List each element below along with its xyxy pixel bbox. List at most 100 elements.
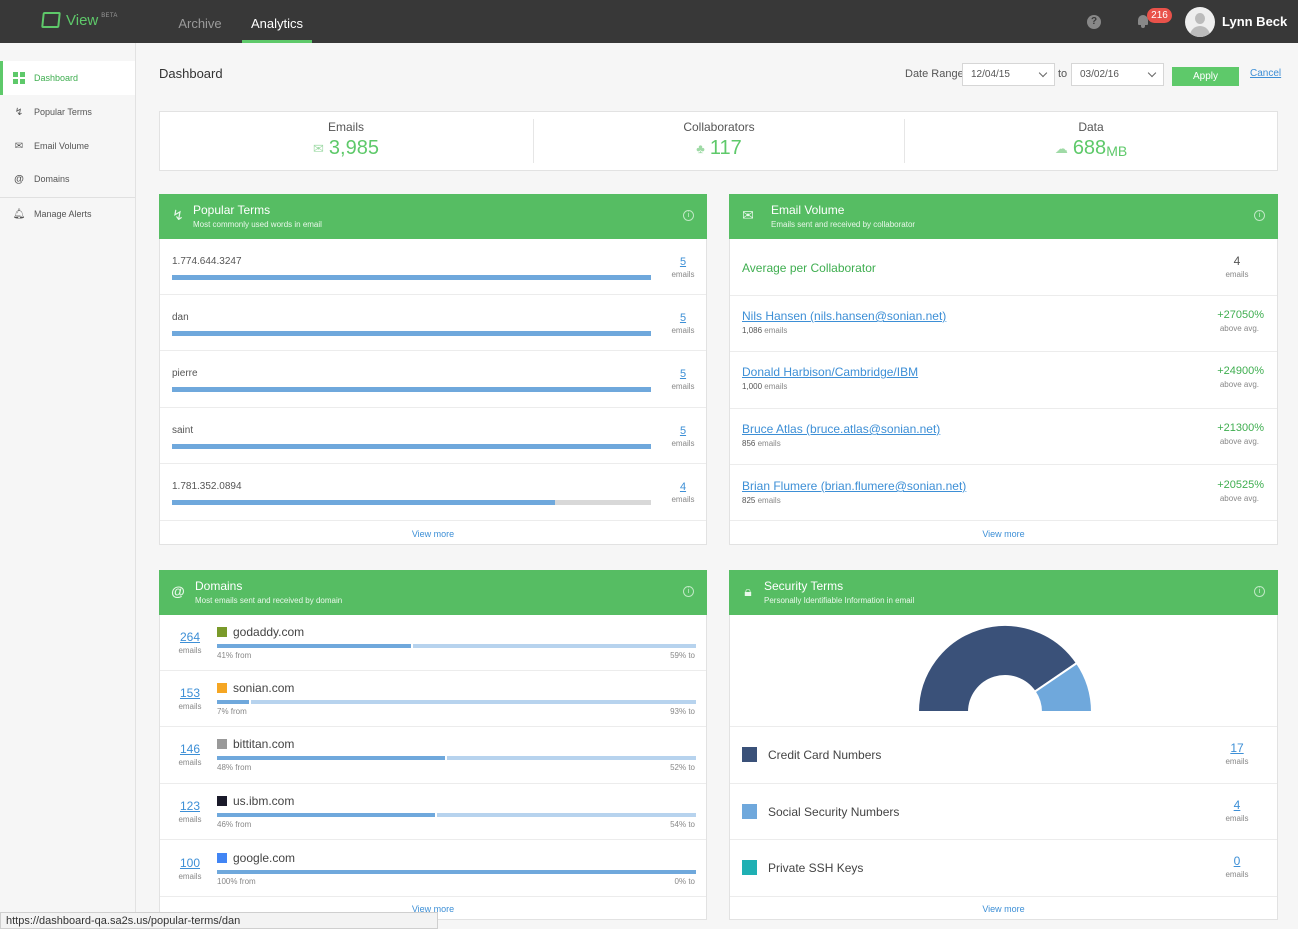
domain-to: 52% to	[670, 763, 695, 772]
domain-count-link[interactable]: 153	[174, 686, 206, 700]
term-unit: emails	[671, 495, 695, 504]
term-label[interactable]: 1.781.352.0894	[172, 481, 242, 492]
app-logo[interactable]: View BETA	[41, 12, 118, 29]
notification-badge[interactable]: 216	[1147, 8, 1172, 23]
domain-unit: emails	[178, 815, 202, 824]
page-title: Dashboard	[159, 66, 223, 81]
collaborator-row: Donald Harbison/Cambridge/IBM 1,000 emai…	[730, 351, 1277, 407]
security-count-link[interactable]: 0	[1222, 854, 1252, 868]
domain-count-link[interactable]: 123	[174, 799, 206, 813]
stat-value: 117	[709, 137, 742, 159]
sidebar-item-label: Popular Terms	[34, 107, 92, 117]
term-label[interactable]: pierre	[172, 368, 198, 379]
date-from-select[interactable]: 12/04/15	[962, 63, 1055, 86]
domain-count-link[interactable]: 146	[174, 742, 206, 756]
domain-to: 93% to	[670, 707, 695, 716]
security-unit: emails	[1225, 757, 1249, 766]
collaborator-link[interactable]: Brian Flumere (brian.flumere@sonian.net)	[742, 479, 966, 493]
date-to-select[interactable]: 03/02/16	[1071, 63, 1164, 86]
term-count-link[interactable]: 5	[672, 425, 694, 437]
sidebar-item-popular-terms[interactable]: ↯ Popular Terms	[0, 95, 135, 129]
row-divider	[730, 520, 1277, 521]
sidebar-item-email-volume[interactable]: ✉ Email Volume	[0, 129, 135, 163]
term-unit: emails	[671, 382, 695, 391]
sidebar-item-label: Manage Alerts	[34, 209, 92, 219]
term-label[interactable]: dan	[172, 312, 189, 323]
sidebar-item-dashboard[interactable]: Dashboard	[0, 61, 135, 95]
lightning-icon: ↯	[14, 106, 24, 118]
security-unit: emails	[1225, 870, 1249, 879]
term-label[interactable]: saint	[172, 425, 193, 436]
above-average-label: above avg.	[1219, 437, 1259, 446]
security-donut-chart	[916, 625, 1094, 713]
panel-subtitle: Most commonly used words in email	[193, 220, 322, 229]
lock-icon: 🔒︎	[744, 583, 752, 599]
security-label: Credit Card Numbers	[768, 748, 882, 762]
info-icon[interactable]: i	[683, 210, 694, 221]
apply-button[interactable]: Apply	[1172, 67, 1239, 86]
domain-name: google.com	[233, 851, 296, 865]
help-icon[interactable]: ?	[1087, 15, 1101, 29]
security-count-link[interactable]: 17	[1222, 741, 1252, 755]
above-average-pct: +21300%	[1217, 422, 1264, 434]
above-average-label: above avg.	[1219, 324, 1259, 333]
info-icon[interactable]: i	[1254, 210, 1265, 221]
domain-count-link[interactable]: 100	[174, 856, 206, 870]
term-label[interactable]: 1.774.644.3247	[172, 256, 242, 267]
domain-unit: emails	[178, 758, 202, 767]
collaborator-count: 856 emails	[742, 439, 781, 448]
row-divider	[160, 520, 706, 521]
domain-count-link[interactable]: 264	[174, 630, 206, 644]
term-count-link[interactable]: 5	[672, 312, 694, 324]
collaborator-link[interactable]: Donald Harbison/Cambridge/IBM	[742, 365, 918, 379]
legend-swatch	[742, 747, 757, 762]
domain-bar	[217, 813, 696, 817]
stat-emails: Emails ✉ 3,985	[160, 112, 532, 170]
above-average-label: above avg.	[1219, 380, 1259, 389]
security-unit: emails	[1225, 814, 1249, 823]
security-count-link[interactable]: 4	[1222, 798, 1252, 812]
collaborator-count: 825 emails	[742, 496, 781, 505]
term-count-link[interactable]: 5	[672, 368, 694, 380]
chevron-down-icon	[1038, 68, 1048, 78]
term-row[interactable]: dan 5 emails	[160, 295, 707, 351]
domain-row: 123 emails us.ibm.com 46% from 54% to	[160, 784, 707, 840]
collaborator-row: Brian Flumere (brian.flumere@sonian.net)…	[730, 465, 1277, 521]
stat-label: Data	[1078, 120, 1104, 134]
collaborator-link[interactable]: Bruce Atlas (bruce.atlas@sonian.net)	[742, 422, 940, 436]
term-row[interactable]: saint 5 emails	[160, 408, 707, 464]
view-more-link[interactable]: View more	[730, 529, 1277, 539]
tab-archive[interactable]: Archive	[168, 0, 232, 43]
collaborator-count: 1,086 emails	[742, 326, 788, 335]
domain-name: bittitan.com	[233, 737, 295, 751]
date-to-label: to	[1058, 68, 1068, 80]
info-icon[interactable]: i	[1254, 586, 1265, 597]
security-terms-panel: 🔒︎ Security Terms Personally Identifiabl…	[729, 570, 1278, 920]
term-row[interactable]: pierre 5 emails	[160, 351, 707, 407]
view-more-link[interactable]: View more	[730, 904, 1277, 914]
term-unit: emails	[671, 326, 695, 335]
tab-analytics[interactable]: Analytics	[242, 0, 312, 43]
favicon-icon	[217, 683, 227, 693]
term-count-link[interactable]: 5	[672, 256, 694, 268]
term-bar	[172, 387, 651, 392]
average-value: 4	[1233, 254, 1241, 268]
security-label: Private SSH Keys	[768, 861, 864, 875]
domains-panel: @ Domains Most emails sent and received …	[159, 570, 707, 920]
above-average-label: above avg.	[1219, 494, 1259, 503]
view-more-link[interactable]: View more	[160, 529, 706, 539]
term-count-link[interactable]: 4	[672, 481, 694, 493]
panel-header: ✉ Email Volume Emails sent and received …	[729, 194, 1278, 239]
term-row[interactable]: 1.781.352.0894 4 emails	[160, 464, 707, 520]
cancel-link[interactable]: Cancel	[1250, 68, 1281, 79]
sidebar-item-manage-alerts[interactable]: 🔔︎ Manage Alerts	[0, 197, 135, 231]
info-icon[interactable]: i	[683, 586, 694, 597]
term-row[interactable]: 1.774.644.3247 5 emails	[160, 239, 707, 295]
avatar[interactable]	[1185, 7, 1215, 37]
domain-unit: emails	[178, 702, 202, 711]
panel-subtitle: Personally Identifiable Information in e…	[764, 596, 915, 605]
sidebar-item-domains[interactable]: @ Domains	[0, 162, 135, 196]
user-name[interactable]: Lynn Beck	[1222, 14, 1287, 29]
collaborator-link[interactable]: Nils Hansen (nils.hansen@sonian.net)	[742, 309, 946, 323]
top-bar: View BETA Archive Analytics ? 216 Lynn B…	[0, 0, 1298, 43]
